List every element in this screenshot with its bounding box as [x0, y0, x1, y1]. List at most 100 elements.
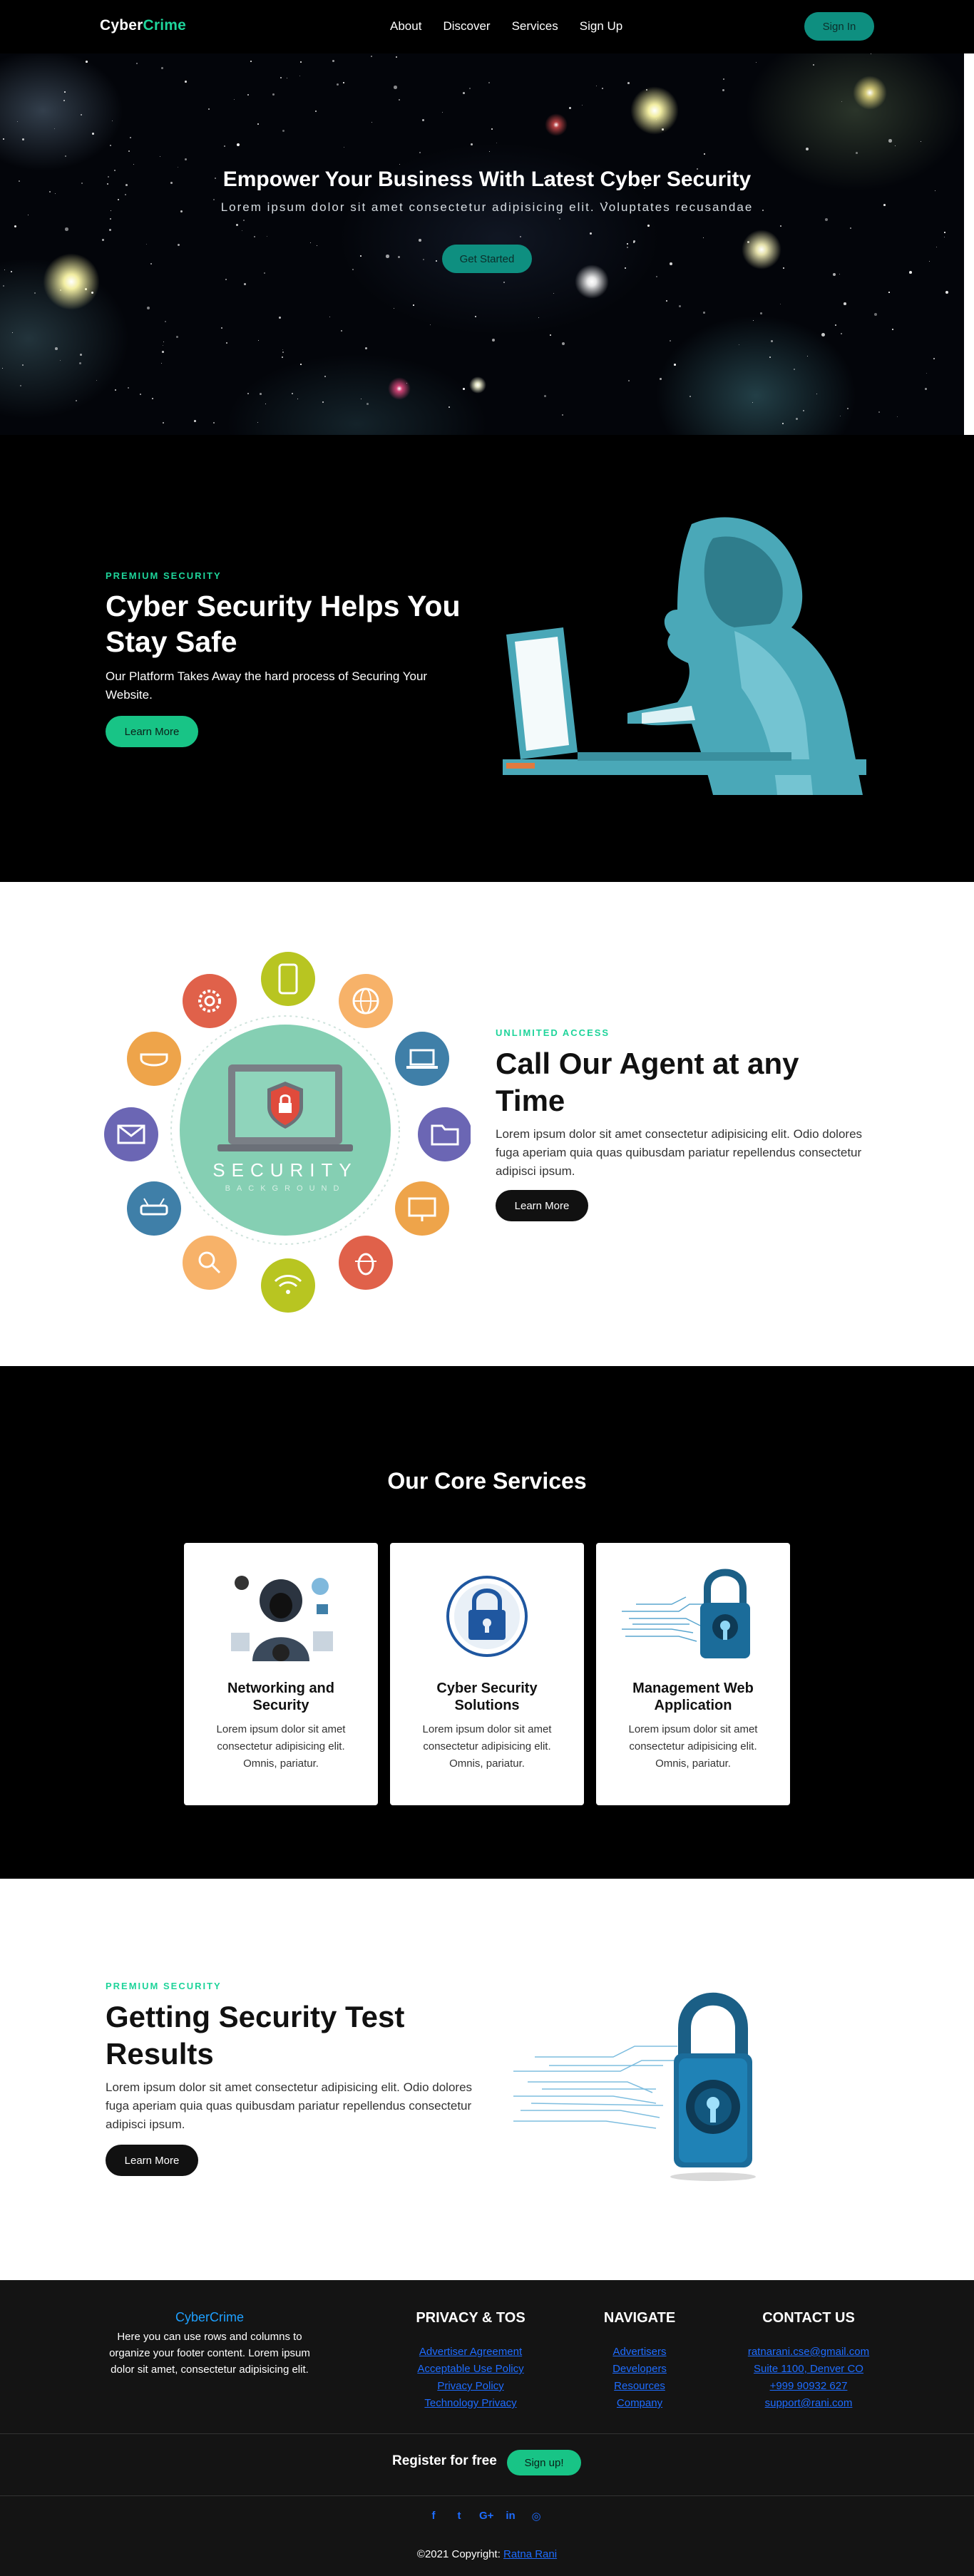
star-dot [322, 401, 324, 404]
star-dot [660, 378, 662, 380]
star-dot [22, 364, 24, 366]
star-dot [703, 312, 705, 314]
star-dot [234, 99, 235, 101]
star-dot [929, 261, 931, 262]
star-dot [422, 119, 424, 121]
laptop-icon [395, 1032, 449, 1086]
hero-right-edge [964, 53, 974, 435]
linkedin-icon[interactable]: in [505, 2510, 516, 2523]
get-started-button[interactable]: Get Started [442, 245, 532, 273]
star-dot [883, 204, 886, 206]
footer-divider [0, 2495, 974, 2496]
footer-link[interactable]: Acceptable Use Policy [399, 2361, 542, 2378]
footer-link[interactable]: +999 90932 627 [737, 2378, 880, 2395]
star-dot [102, 239, 104, 241]
nav-link-services[interactable]: Services [512, 19, 558, 34]
star-dot [247, 393, 249, 394]
star-dot [236, 224, 238, 226]
facebook-icon[interactable]: f [428, 2510, 439, 2523]
star-dot [147, 307, 150, 310]
twitter-icon[interactable]: t [453, 2510, 465, 2523]
star-dot [163, 422, 164, 424]
google-plus-icon[interactable]: G+ [479, 2510, 493, 2523]
star-dot [679, 305, 682, 308]
star-dot [180, 210, 183, 212]
star-dot [666, 300, 668, 302]
section-kicker: PREMIUM SECURITY [106, 570, 222, 581]
sign-in-button[interactable]: Sign In [804, 12, 874, 41]
star-dot [244, 283, 246, 285]
learn-more-button[interactable]: Learn More [496, 1190, 588, 1221]
star-dot [226, 342, 228, 344]
star-dot [723, 78, 724, 80]
star-dot [762, 210, 764, 211]
footer-link[interactable]: Advertiser Agreement [399, 2344, 542, 2361]
star-dot [833, 273, 836, 276]
footer-link[interactable]: Advertisers [568, 2344, 711, 2361]
star-dot [463, 388, 466, 391]
footer: CyberCrime Here you can use rows and col… [0, 2280, 974, 2576]
footer-link[interactable]: Technology Privacy [399, 2395, 542, 2412]
section-kicker: PREMIUM SECURITY [106, 1981, 222, 1991]
star-dot [282, 349, 284, 351]
star-dot [194, 420, 196, 422]
star-dot [292, 393, 294, 395]
footer-link[interactable]: Company [568, 2395, 711, 2412]
star-dot [806, 148, 809, 151]
star-dot [17, 121, 18, 122]
learn-more-button[interactable]: Learn More [106, 716, 198, 747]
security-test-results-section: PREMIUM SECURITY Getting Security Test R… [0, 1879, 974, 2280]
star-dot [423, 259, 424, 260]
service-card[interactable]: Management Web Application Lorem ipsum d… [596, 1543, 790, 1805]
service-card[interactable]: Cyber Security Solutions Lorem ipsum dol… [390, 1543, 584, 1805]
star-dot [178, 244, 180, 247]
star-dot [176, 336, 178, 338]
padlock-badge-icon [446, 1576, 528, 1657]
nav-link-discover[interactable]: Discover [443, 19, 490, 34]
star-dot [436, 260, 438, 262]
star-dot [110, 218, 111, 220]
star-dot [352, 269, 354, 270]
mail-icon [104, 1107, 158, 1161]
section-text: Our Platform Takes Away the hard process… [106, 669, 428, 702]
wifi-icon [261, 1258, 315, 1313]
footer-link[interactable]: ratnarani.cse@gmail.com [737, 2344, 880, 2361]
brand-logo[interactable]: CyberCrime [100, 17, 186, 34]
star-dot [783, 267, 784, 269]
folder-icon [418, 1107, 471, 1161]
star-dot [442, 112, 444, 113]
instagram-icon[interactable]: ◎ [530, 2510, 542, 2523]
footer-link[interactable]: support@rani.com [737, 2395, 880, 2412]
footer-link[interactable]: Privacy Policy [399, 2378, 542, 2395]
star-dot [109, 229, 111, 231]
footer-link[interactable]: Suite 1100, Denver CO [737, 2361, 880, 2378]
copyright-author-link[interactable]: Ratna Rani [503, 2548, 557, 2560]
star-dot [185, 158, 187, 160]
nav-link-about[interactable]: About [390, 19, 421, 34]
star-dot [221, 327, 222, 329]
copyright: ©2021 Copyright: Ratna Rani [0, 2548, 974, 2560]
star-dot [569, 107, 571, 109]
footer-link[interactable]: Developers [568, 2361, 711, 2378]
service-card-text: Lorem ipsum dolor sit amet consectetur a… [216, 1723, 346, 1770]
star-dot [79, 362, 81, 364]
star-dot [562, 414, 564, 416]
bright-star [742, 230, 781, 270]
star-dot [562, 342, 565, 346]
sign-up-button[interactable]: Sign up! [507, 2450, 581, 2475]
star-dot [300, 61, 302, 63]
footer-column-privacy: PRIVACY & TOS Advertiser Agreement Accep… [399, 2310, 542, 2412]
footer-link[interactable]: Resources [568, 2378, 711, 2395]
nav-link-sign-up[interactable]: Sign Up [580, 19, 622, 34]
copyright-prefix: ©2021 Copyright: [416, 2548, 501, 2560]
star-dot [81, 114, 83, 116]
star-dot [315, 111, 317, 113]
section-text: Lorem ipsum dolor sit amet consectetur a… [106, 2080, 473, 2131]
learn-more-button[interactable]: Learn More [106, 2145, 198, 2176]
star-dot [756, 62, 757, 63]
star-dot [257, 123, 259, 125]
star-dot [34, 292, 36, 294]
service-card[interactable]: Networking and Security Lorem ipsum dolo… [184, 1543, 378, 1805]
star-dot [771, 340, 773, 342]
star-dot [944, 232, 945, 233]
